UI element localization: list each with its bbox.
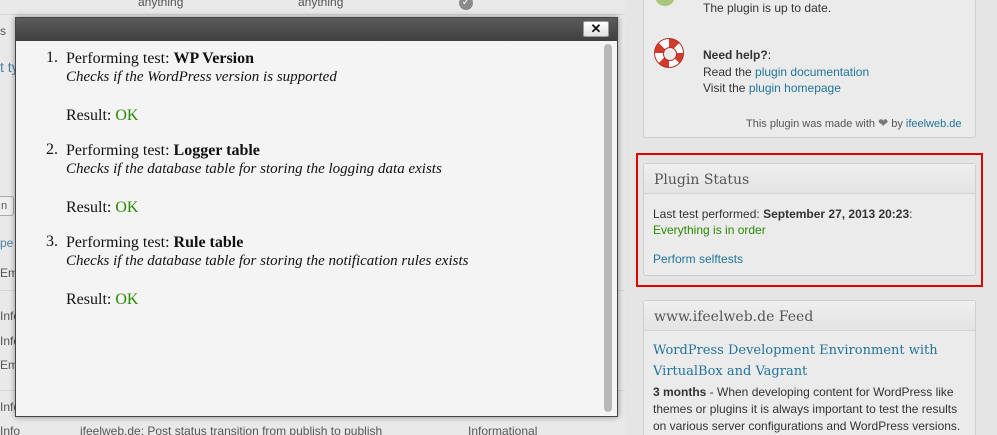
result-ok: OK <box>115 199 139 216</box>
dialog-content: 1. Performing test: WP Version Checks if… <box>16 41 617 416</box>
test-result: Result: OK <box>66 291 139 308</box>
plugin-documentation-link[interactable]: plugin documentation <box>755 65 869 79</box>
bg-fragment: s <box>0 24 6 38</box>
test-item: 3. Performing test: Rule table Checks if… <box>46 233 586 309</box>
test-heading: Performing test: WP Version <box>66 50 255 67</box>
ifeelweb-link[interactable]: ifeelweb.de <box>906 118 962 130</box>
feed-excerpt-line3: on various server configurations and Wor… <box>653 419 961 433</box>
selftest-dialog: ✕ 1. Performing test: WP Version Checks … <box>15 17 618 417</box>
feed-post-title-line2[interactable]: VirtualBox and Vagrant <box>653 364 807 379</box>
log-level: Informational <box>468 424 538 435</box>
homepage-line: Visit the plugin homepage <box>703 81 841 95</box>
log-cell: anything <box>298 0 344 9</box>
result-ok: OK <box>115 107 139 124</box>
feed-post-title-line1[interactable]: WordPress Development Environment with <box>653 343 938 358</box>
test-description: Checks if the WordPress version is suppo… <box>66 69 337 85</box>
checkmark-icon: ✓ <box>459 0 473 10</box>
test-item: 2. Performing test: Logger table Checks … <box>46 141 586 217</box>
lifebuoy-icon <box>654 38 684 68</box>
test-results-list: 1. Performing test: WP Version Checks if… <box>46 49 586 325</box>
test-name: WP Version <box>173 50 255 67</box>
test-description: Checks if the database table for storing… <box>66 253 469 269</box>
test-number: 1. <box>46 49 58 66</box>
made-with-line: This plugin was made with ❤ by ifeelweb.… <box>746 116 962 130</box>
bg-button[interactable]: n <box>0 196 14 216</box>
need-help-heading: Need help?: <box>703 48 772 62</box>
result-ok: OK <box>115 291 139 308</box>
documentation-line: Read the plugin documentation <box>703 65 870 79</box>
test-result: Result: OK <box>66 199 139 216</box>
feed-title: www.ifeelweb.de Feed <box>644 301 975 331</box>
test-name: Logger table <box>173 142 260 159</box>
log-message: ifeelweb.de: Post status transition from… <box>80 424 383 435</box>
bg-fragment[interactable]: pe <box>0 236 13 250</box>
dialog-titlebar: ✕ <box>16 18 617 41</box>
log-cell: anything <box>138 0 184 9</box>
feed-post-age: 3 months <box>653 385 707 399</box>
test-heading: Performing test: Rule table <box>66 234 244 251</box>
dialog-scrollbar[interactable] <box>603 44 613 414</box>
close-button[interactable]: ✕ <box>583 21 609 37</box>
feed-excerpt-line2: themes or plugins it is always important… <box>653 402 958 416</box>
test-item: 1. Performing test: WP Version Checks if… <box>46 49 586 125</box>
test-number: 2. <box>46 141 58 158</box>
up-to-date-text: The plugin is up to date. <box>703 1 832 15</box>
scrollbar-thumb[interactable] <box>604 44 612 412</box>
feed-excerpt-line1: 3 months - When developing content for W… <box>653 385 954 399</box>
test-number: 3. <box>46 233 58 250</box>
test-result: Result: OK <box>66 107 139 124</box>
bg-fragment: Info <box>0 424 21 435</box>
test-name: Rule table <box>173 234 244 251</box>
test-heading: Performing test: Logger table <box>66 142 260 159</box>
highlight-annotation <box>636 153 983 287</box>
test-description: Checks if the database table for storing… <box>66 161 442 177</box>
plugin-homepage-link[interactable]: plugin homepage <box>749 81 841 95</box>
heart-icon: ❤ <box>878 116 889 130</box>
